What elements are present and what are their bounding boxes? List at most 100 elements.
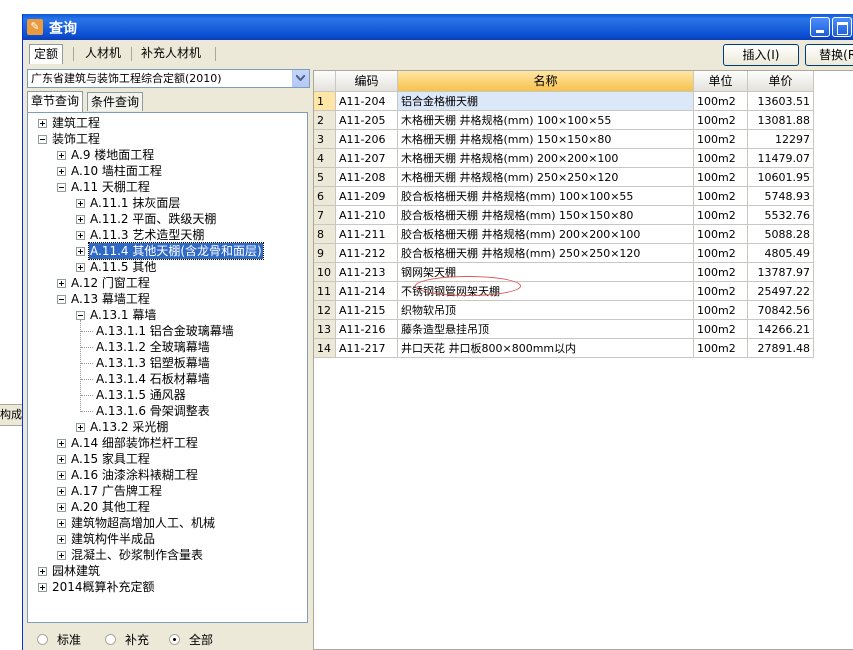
minimize-button[interactable] <box>810 17 830 37</box>
expand-plus-icon[interactable] <box>38 567 47 576</box>
tree-node-label[interactable]: A.13 幕墙工程 <box>70 291 151 307</box>
tree-node[interactable]: A.13.1.4 石板材幕墙 <box>28 371 307 387</box>
chapter-tree[interactable]: 建筑工程 装饰工程 A.9 楼地面工程 A.10 墙柱面工程 A.11 天棚工程 A.11… <box>27 112 308 623</box>
insert-button[interactable]: 插入(I) <box>723 44 799 66</box>
tree-node-label[interactable]: 2014概算补充定额 <box>51 579 156 595</box>
expand-plus-icon[interactable] <box>57 455 66 464</box>
tree-node-label[interactable]: A.15 家具工程 <box>70 451 151 467</box>
tree-node-label[interactable]: A.11.2 平面、跌级天棚 <box>89 211 217 227</box>
tree-node[interactable]: 建筑构件半成品 <box>28 531 307 547</box>
expand-plus-icon[interactable] <box>38 583 47 592</box>
expand-plus-icon[interactable] <box>57 487 66 496</box>
tree-node[interactable]: A.16 油漆涂料裱糊工程 <box>28 467 307 483</box>
expand-plus-icon[interactable] <box>57 503 66 512</box>
tree-node[interactable]: A.15 家具工程 <box>28 451 307 467</box>
tree-node-label[interactable]: A.13.1.1 铝合金玻璃幕墙 <box>95 323 235 339</box>
tree-node[interactable]: A.13.1.3 铝塑板幕墙 <box>28 355 307 371</box>
row-number-header[interactable] <box>314 71 336 92</box>
replace-button[interactable]: 替换(R) <box>805 44 853 66</box>
tree-node[interactable]: A.13 幕墙工程 <box>28 291 307 307</box>
expand-plus-icon[interactable] <box>57 151 66 160</box>
tree-node-label[interactable]: A.17 广告牌工程 <box>70 483 163 499</box>
price-header[interactable]: 单价 <box>748 71 814 92</box>
collapse-minus-icon[interactable] <box>38 135 47 144</box>
tree-node-label[interactable]: A.13.1.4 石板材幕墙 <box>95 371 211 387</box>
expand-plus-icon[interactable] <box>76 231 85 240</box>
tree-node-label[interactable]: A.13.1.3 铝塑板幕墙 <box>95 355 211 371</box>
tree-node[interactable]: A.11.3 艺术造型天棚 <box>28 227 307 243</box>
expand-plus-icon[interactable] <box>76 263 85 272</box>
tree-node[interactable]: A.11.5 其他 <box>28 259 307 275</box>
expand-plus-icon[interactable] <box>38 119 47 128</box>
radio-circle[interactable] <box>105 634 116 645</box>
tree-node-label[interactable]: A.11.5 其他 <box>89 259 157 275</box>
row-number-cell[interactable]: 10 <box>314 263 336 282</box>
tree-node[interactable]: A.10 墙柱面工程 <box>28 163 307 179</box>
tab-labor-material-machine[interactable]: 人材机 <box>81 44 125 63</box>
tree-node-label[interactable]: 装饰工程 <box>51 131 101 147</box>
tree-node-label[interactable]: A.13.1.2 全玻璃幕墙 <box>95 339 211 355</box>
expand-plus-icon[interactable] <box>57 535 66 544</box>
tree-node[interactable]: A.11 天棚工程 <box>28 179 307 195</box>
maximize-button[interactable] <box>832 17 852 37</box>
expand-plus-icon[interactable] <box>57 279 66 288</box>
row-number-cell[interactable]: 5 <box>314 168 336 187</box>
tree-node[interactable]: A.13.1 幕墙 <box>28 307 307 323</box>
expand-plus-icon[interactable] <box>76 215 85 224</box>
tab-supplementary-lmm[interactable]: 补充人材机 <box>137 44 205 63</box>
collapse-minus-icon[interactable] <box>76 311 85 320</box>
tree-node-label[interactable]: 园林建筑 <box>51 563 101 579</box>
collapse-minus-icon[interactable] <box>57 295 66 304</box>
row-number-cell[interactable]: 12 <box>314 301 336 320</box>
code-header[interactable]: 编码 <box>336 71 398 92</box>
row-number-cell[interactable]: 2 <box>314 111 336 130</box>
tree-node-label[interactable]: A.13.1.6 骨架调整表 <box>95 403 211 419</box>
expand-plus-icon[interactable] <box>57 167 66 176</box>
tree-node-label[interactable]: A.16 油漆涂料裱糊工程 <box>70 467 199 483</box>
tab-quota[interactable]: 定额 <box>29 44 64 64</box>
tab-chapter-query[interactable]: 章节查询 <box>27 91 84 112</box>
quota-library-select[interactable]: 广东省建筑与装饰工程综合定额(2010) <box>27 69 310 88</box>
tree-node-label-selected[interactable]: A.11.4 其他天棚(含龙骨和面层) <box>88 242 264 260</box>
tree-node[interactable]: 混凝土、砂浆制作含量表 <box>28 547 307 563</box>
row-number-cell[interactable]: 6 <box>314 187 336 206</box>
expand-plus-icon[interactable] <box>76 247 85 256</box>
tree-node[interactable]: A.13.1.6 骨架调整表 <box>28 403 307 419</box>
row-number-cell[interactable]: 4 <box>314 149 336 168</box>
collapse-minus-icon[interactable] <box>57 183 66 192</box>
dropdown-arrow-icon[interactable] <box>292 70 309 87</box>
expand-plus-icon[interactable] <box>76 423 85 432</box>
tree-node-label[interactable]: 建筑工程 <box>51 115 101 131</box>
tree-node[interactable]: A.11.1 抹灰面层 <box>28 195 307 211</box>
tree-node-label[interactable]: 建筑构件半成品 <box>70 531 156 547</box>
row-number-cell[interactable]: 3 <box>314 130 336 149</box>
tree-node-label[interactable]: A.11 天棚工程 <box>70 179 151 195</box>
expand-plus-icon[interactable] <box>57 519 66 528</box>
expand-plus-icon[interactable] <box>57 471 66 480</box>
tree-node-label[interactable]: A.13.1.5 通风器 <box>95 387 187 403</box>
radio-circle[interactable] <box>37 634 48 645</box>
tree-node-label[interactable]: A.20 其他工程 <box>70 499 151 515</box>
tree-node[interactable]: 装饰工程 <box>28 131 307 147</box>
tree-node[interactable]: A.17 广告牌工程 <box>28 483 307 499</box>
tree-node[interactable]: 2014概算补充定额 <box>28 579 307 595</box>
tree-node[interactable]: A.11.4 其他天棚(含龙骨和面层) <box>28 242 307 260</box>
tree-node[interactable]: A.9 楼地面工程 <box>28 147 307 163</box>
tree-node[interactable]: 园林建筑 <box>28 563 307 579</box>
row-number-cell[interactable]: 7 <box>314 206 336 225</box>
row-number-cell[interactable]: 11 <box>314 282 336 301</box>
expand-plus-icon[interactable] <box>76 199 85 208</box>
title-bar[interactable]: ✎ 查询 <box>23 14 853 40</box>
tree-node[interactable]: A.11.2 平面、跌级天棚 <box>28 211 307 227</box>
tree-node-label[interactable]: A.12 门窗工程 <box>70 275 151 291</box>
tree-node-label[interactable]: A.14 细部装饰栏杆工程 <box>70 435 199 451</box>
row-number-cell[interactable]: 13 <box>314 320 336 339</box>
tree-node-label[interactable]: A.13.1 幕墙 <box>89 307 157 323</box>
row-number-cell[interactable]: 8 <box>314 225 336 244</box>
tree-node-label[interactable]: A.13.2 采光棚 <box>89 419 169 435</box>
expand-plus-icon[interactable] <box>57 439 66 448</box>
row-number-cell[interactable]: 9 <box>314 244 336 263</box>
quota-grid[interactable]: 编码 名称 单位 单价 1 A11-204 铝合金格栅天棚 100m2 13603.51 2 A11… <box>313 70 853 650</box>
expand-plus-icon[interactable] <box>57 551 66 560</box>
tree-node-label[interactable]: A.11.3 艺术造型天棚 <box>89 227 205 243</box>
